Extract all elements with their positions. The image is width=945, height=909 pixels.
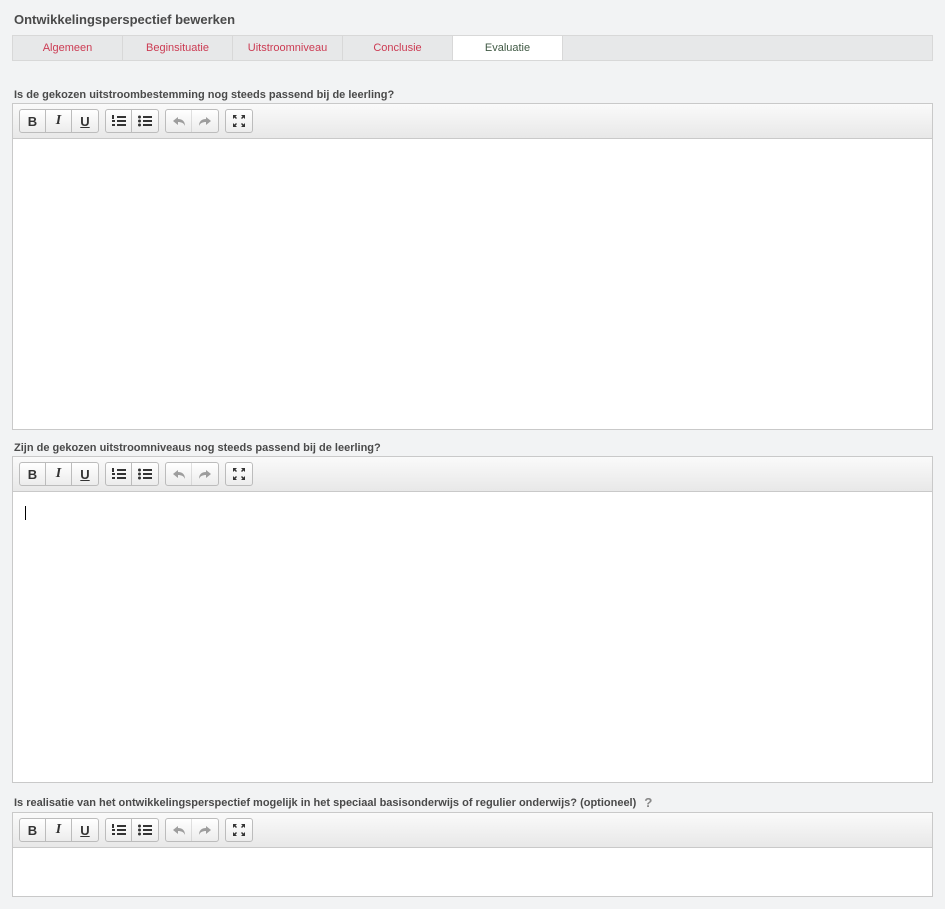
fullscreen-button[interactable]: [226, 110, 252, 132]
help-button[interactable]: ?: [642, 795, 654, 810]
history-group: [165, 109, 219, 133]
history-group: [165, 462, 219, 486]
italic-icon: I: [56, 113, 61, 129]
fullscreen-group: [225, 109, 253, 133]
redo-button[interactable]: [192, 819, 218, 841]
format-group: B I U: [19, 818, 99, 842]
undo-icon: [172, 115, 186, 127]
italic-button[interactable]: I: [46, 819, 72, 841]
section-q3-label-text: Is realisatie van het ontwikkelingspersp…: [14, 797, 636, 809]
underline-icon: U: [80, 467, 89, 482]
fullscreen-icon: [233, 824, 245, 836]
tab-label: Algemeen: [43, 42, 93, 54]
list-group: [105, 462, 159, 486]
tab-algemeen[interactable]: Algemeen: [13, 36, 123, 60]
editor-toolbar: B I U: [13, 104, 932, 139]
unordered-list-icon: [138, 468, 152, 480]
redo-button[interactable]: [192, 463, 218, 485]
bold-icon: B: [28, 114, 37, 129]
fullscreen-button[interactable]: [226, 463, 252, 485]
ordered-list-button[interactable]: [106, 110, 132, 132]
editor-q2-body[interactable]: [13, 492, 932, 782]
bold-icon: B: [28, 467, 37, 482]
undo-icon: [172, 824, 186, 836]
italic-button[interactable]: I: [46, 110, 72, 132]
tab-conclusie[interactable]: Conclusie: [343, 36, 453, 60]
app-root: Ontwikkelingsperspectief bewerken Algeme…: [0, 0, 945, 897]
unordered-list-icon: [138, 824, 152, 836]
tab-evaluatie[interactable]: Evaluatie: [453, 36, 563, 60]
fullscreen-group: [225, 818, 253, 842]
list-group: [105, 818, 159, 842]
tab-label: Conclusie: [373, 42, 421, 54]
redo-icon: [198, 824, 212, 836]
page-title: Ontwikkelingsperspectief bewerken: [12, 8, 933, 35]
tab-label: Uitstroomniveau: [248, 42, 327, 54]
section-q3: Is realisatie van het ontwikkelingspersp…: [12, 795, 933, 897]
tab-content: Is de gekozen uitstroombestemming nog st…: [12, 61, 933, 897]
underline-button[interactable]: U: [72, 110, 98, 132]
unordered-list-icon: [138, 115, 152, 127]
undo-icon: [172, 468, 186, 480]
redo-icon: [198, 115, 212, 127]
ordered-list-icon: [112, 115, 126, 127]
undo-button[interactable]: [166, 463, 192, 485]
bold-button[interactable]: B: [20, 819, 46, 841]
unordered-list-button[interactable]: [132, 463, 158, 485]
editor-q1-body[interactable]: [13, 139, 932, 429]
italic-icon: I: [56, 466, 61, 482]
underline-button[interactable]: U: [72, 463, 98, 485]
ordered-list-icon: [112, 824, 126, 836]
section-q2: Zijn de gekozen uitstroomniveaus nog ste…: [12, 442, 933, 783]
list-group: [105, 109, 159, 133]
format-group: B I U: [19, 109, 99, 133]
tab-label: Beginsituatie: [146, 42, 209, 54]
tab-uitstroomniveau[interactable]: Uitstroomniveau: [233, 36, 343, 60]
section-q1: Is de gekozen uitstroombestemming nog st…: [12, 89, 933, 430]
bold-button[interactable]: B: [20, 463, 46, 485]
italic-icon: I: [56, 822, 61, 838]
ordered-list-button[interactable]: [106, 819, 132, 841]
underline-button[interactable]: U: [72, 819, 98, 841]
fullscreen-icon: [233, 468, 245, 480]
fullscreen-icon: [233, 115, 245, 127]
bold-icon: B: [28, 823, 37, 838]
tab-beginsituatie[interactable]: Beginsituatie: [123, 36, 233, 60]
unordered-list-button[interactable]: [132, 110, 158, 132]
undo-button[interactable]: [166, 819, 192, 841]
editor-q3-body[interactable]: [13, 848, 932, 896]
underline-icon: U: [80, 114, 89, 129]
underline-icon: U: [80, 823, 89, 838]
format-group: B I U: [19, 462, 99, 486]
ordered-list-icon: [112, 468, 126, 480]
editor-q1: B I U: [12, 103, 933, 430]
redo-icon: [198, 468, 212, 480]
editor-q3: B I U: [12, 812, 933, 897]
section-q1-label: Is de gekozen uitstroombestemming nog st…: [12, 89, 933, 103]
editor-toolbar: B I U: [13, 813, 932, 848]
fullscreen-button[interactable]: [226, 819, 252, 841]
italic-button[interactable]: I: [46, 463, 72, 485]
editor-q2: B I U: [12, 456, 933, 783]
tab-label: Evaluatie: [485, 42, 530, 54]
editor-toolbar: B I U: [13, 457, 932, 492]
section-q3-label: Is realisatie van het ontwikkelingspersp…: [12, 795, 933, 812]
tab-strip: Algemeen Beginsituatie Uitstroomniveau C…: [12, 35, 933, 61]
unordered-list-button[interactable]: [132, 819, 158, 841]
history-group: [165, 818, 219, 842]
ordered-list-button[interactable]: [106, 463, 132, 485]
bold-button[interactable]: B: [20, 110, 46, 132]
undo-button[interactable]: [166, 110, 192, 132]
fullscreen-group: [225, 462, 253, 486]
redo-button[interactable]: [192, 110, 218, 132]
section-q2-label: Zijn de gekozen uitstroomniveaus nog ste…: [12, 442, 933, 456]
